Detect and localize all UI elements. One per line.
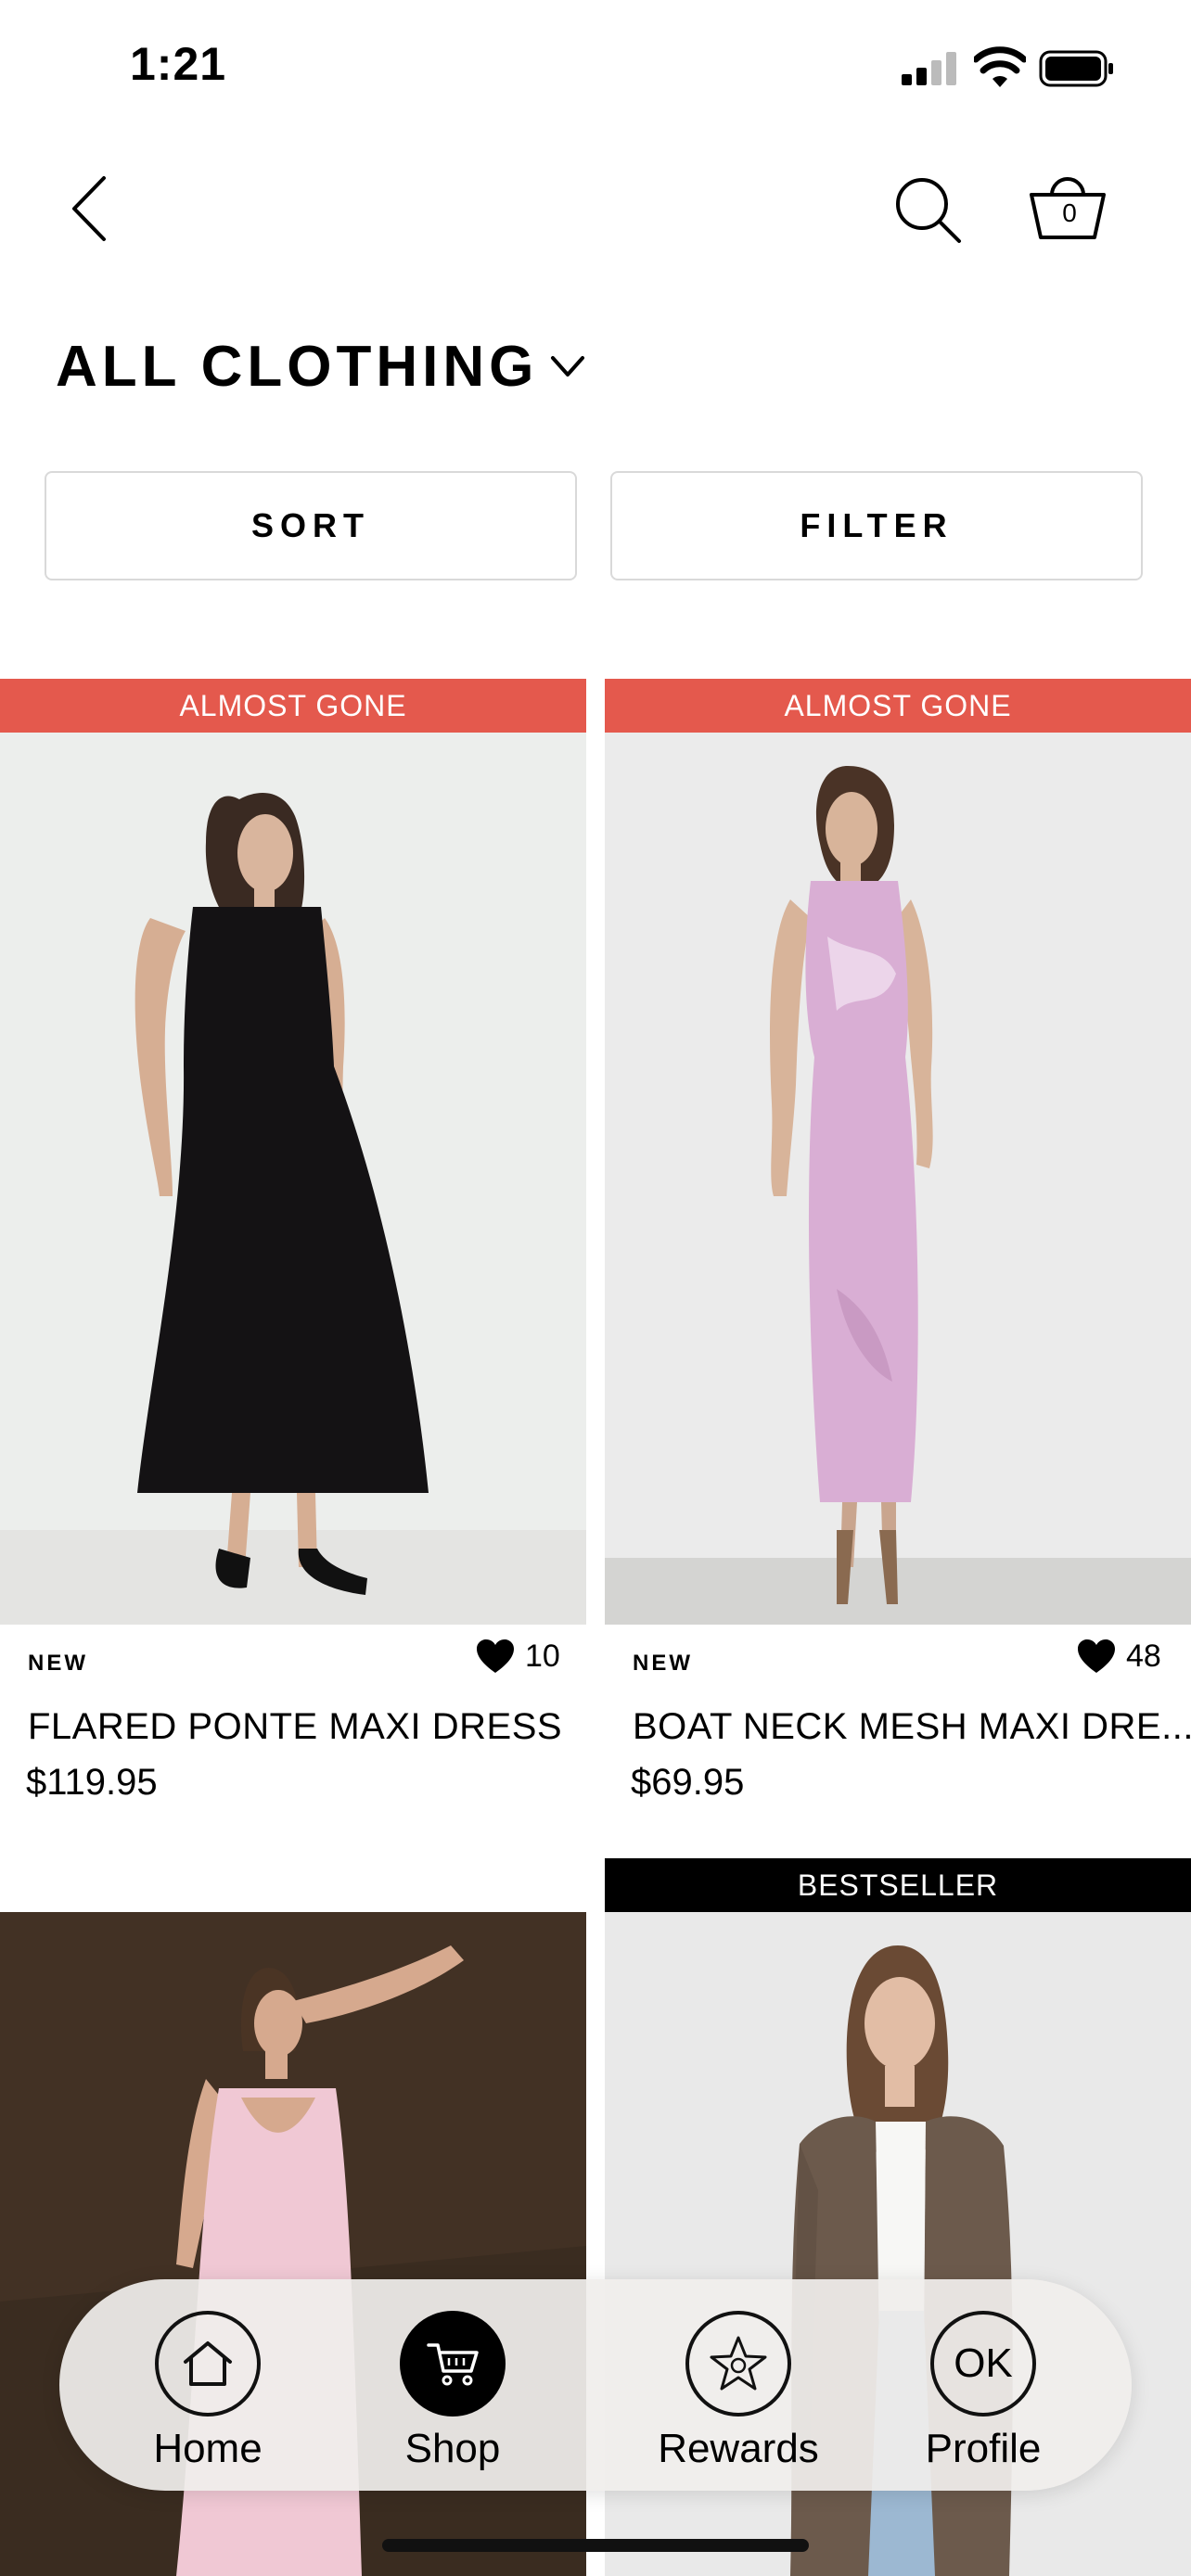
- sort-button[interactable]: SORT: [45, 471, 577, 580]
- battery-icon: [1039, 50, 1113, 87]
- heart-icon: [1078, 1639, 1115, 1673]
- nav-rewards-label: Rewards: [658, 2426, 819, 2471]
- product-price: $69.95: [631, 1762, 745, 1803]
- almost-gone-badge: ALMOST GONE: [605, 679, 1191, 733]
- product-image[interactable]: [605, 733, 1191, 1625]
- nav-profile[interactable]: OK Profile: [890, 2311, 1076, 2472]
- like-count: 10: [525, 1638, 560, 1674]
- cellular-signal-icon: [902, 52, 956, 85]
- cart-icon: [400, 2311, 506, 2417]
- bottom-nav-bar: Home Shop Rewards OK Profile: [59, 2279, 1132, 2491]
- filter-button[interactable]: FILTER: [610, 471, 1143, 580]
- new-tag: NEW: [633, 1651, 693, 1676]
- like-count: 48: [1126, 1638, 1161, 1674]
- nav-rewards[interactable]: Rewards: [646, 2311, 831, 2472]
- profile-avatar: OK: [930, 2311, 1036, 2417]
- product-name[interactable]: BOAT NECK MESH MAXI DRE...: [633, 1706, 1191, 1748]
- like-button[interactable]: 10: [475, 1638, 560, 1675]
- home-icon: [155, 2311, 261, 2417]
- like-button[interactable]: 48: [1076, 1638, 1161, 1675]
- bestseller-badge: BESTSELLER: [605, 1858, 1191, 1912]
- nav-home-label: Home: [153, 2426, 263, 2471]
- cart-count: 0: [1062, 198, 1077, 227]
- heart-icon: [477, 1639, 514, 1673]
- nav-shop-label: Shop: [404, 2426, 501, 2471]
- new-tag: NEW: [28, 1651, 88, 1676]
- search-icon[interactable]: [894, 176, 963, 245]
- product-name[interactable]: FLARED PONTE MAXI DRESS: [28, 1706, 562, 1748]
- almost-gone-badge: ALMOST GONE: [0, 679, 586, 733]
- back-chevron-icon[interactable]: [67, 174, 113, 243]
- profile-initials: OK: [954, 2340, 1013, 2386]
- wifi-icon: [974, 46, 1026, 87]
- home-indicator: [382, 2539, 809, 2552]
- chevron-down-icon[interactable]: [549, 351, 586, 382]
- status-time: 1:21: [130, 38, 227, 90]
- nav-shop[interactable]: Shop: [360, 2311, 545, 2472]
- nav-profile-label: Profile: [925, 2426, 1042, 2471]
- product-price: $119.95: [26, 1762, 158, 1803]
- page-title[interactable]: ALL CLOTHING: [56, 334, 538, 400]
- star-icon: [685, 2311, 791, 2417]
- nav-home[interactable]: Home: [115, 2311, 301, 2472]
- product-image[interactable]: [0, 733, 586, 1625]
